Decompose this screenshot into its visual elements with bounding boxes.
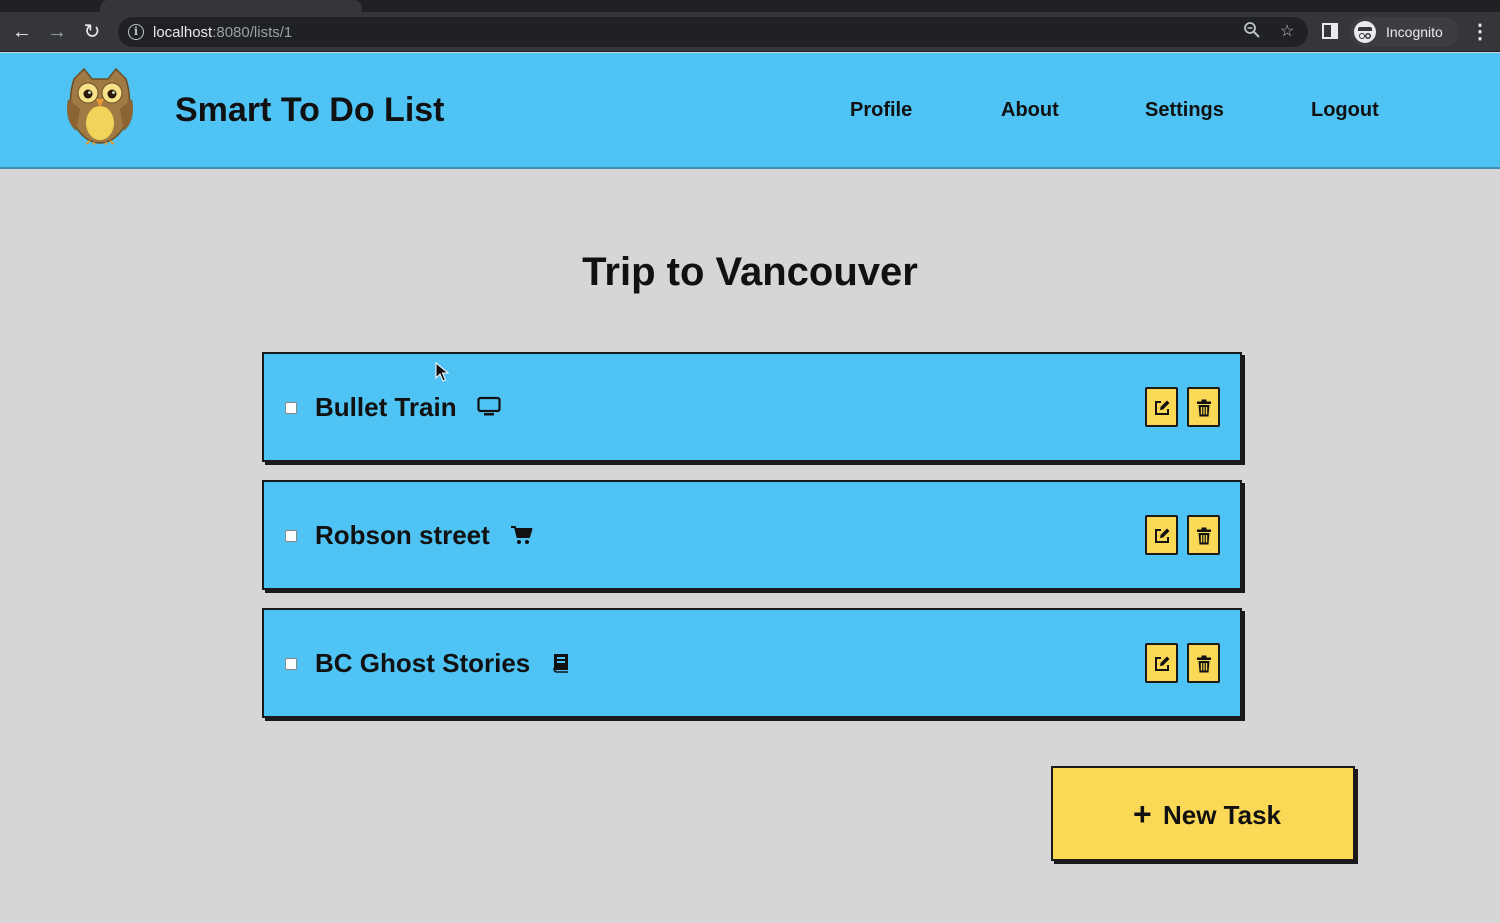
new-task-button[interactable]: + New Task [1051,766,1355,861]
list-title: Trip to Vancouver [582,250,918,294]
browser-tab[interactable] [100,0,362,12]
book-icon [553,654,568,673]
delete-button[interactable] [1187,515,1220,555]
incognito-badge[interactable]: Incognito [1350,17,1458,47]
zoom-icon[interactable] [1241,21,1263,43]
shopping-cart-icon [511,526,533,544]
task-item: BC Ghost Stories [262,608,1242,718]
task-title: Robson street [315,520,490,550]
owl-logo[interactable] [64,65,136,145]
nav-logout[interactable]: Logout [1311,99,1379,122]
browser-tabstrip [0,0,1500,12]
reload-icon[interactable]: ↻ [78,18,106,46]
task-item: Robson street [262,480,1242,590]
delete-button[interactable] [1187,643,1220,683]
info-icon[interactable]: i [128,24,144,40]
trash-icon [1197,655,1211,673]
side-panel-icon[interactable] [1322,23,1338,39]
tv-icon [477,396,501,416]
address-bar[interactable]: i localhost:8080/lists/1 ☆ [118,17,1308,47]
url-path: :8080/lists/1 [212,24,293,41]
edit-icon [1155,400,1170,415]
nav-about[interactable]: About [1001,99,1059,122]
browser-toolbar: ← → ↻ i localhost:8080/lists/1 ☆ Incogni… [0,12,1500,52]
edit-icon [1155,656,1170,671]
nav-settings[interactable]: Settings [1145,99,1224,122]
task-title: BC Ghost Stories [315,648,531,678]
edit-button[interactable] [1145,387,1178,427]
task-title: Bullet Train [315,392,457,422]
nav-profile[interactable]: Profile [850,99,912,122]
edit-icon [1155,528,1170,543]
app-header: Smart To Do List Profile About Settings … [0,53,1500,169]
incognito-label: Incognito [1386,24,1443,40]
app-title[interactable]: Smart To Do List [175,91,445,130]
url-text[interactable]: localhost:8080/lists/1 [153,24,292,41]
edit-button[interactable] [1145,515,1178,555]
url-host: localhost [153,24,213,41]
more-menu-icon[interactable]: ⋮ [1470,18,1490,46]
back-icon[interactable]: ← [8,18,36,46]
edit-button[interactable] [1145,643,1178,683]
incognito-icon [1354,21,1376,43]
bookmark-star-icon[interactable]: ☆ [1276,21,1298,43]
delete-button[interactable] [1187,387,1220,427]
forward-icon[interactable]: → [43,18,71,46]
task-checkbox[interactable] [285,402,297,414]
task-item: Bullet Train [262,352,1242,462]
mouse-cursor-icon [435,362,449,382]
trash-icon [1197,527,1211,545]
trash-icon [1197,399,1211,417]
task-checkbox[interactable] [285,658,297,670]
task-checkbox[interactable] [285,530,297,542]
plus-icon: + [1133,796,1152,832]
new-task-label: New Task [1163,800,1282,830]
